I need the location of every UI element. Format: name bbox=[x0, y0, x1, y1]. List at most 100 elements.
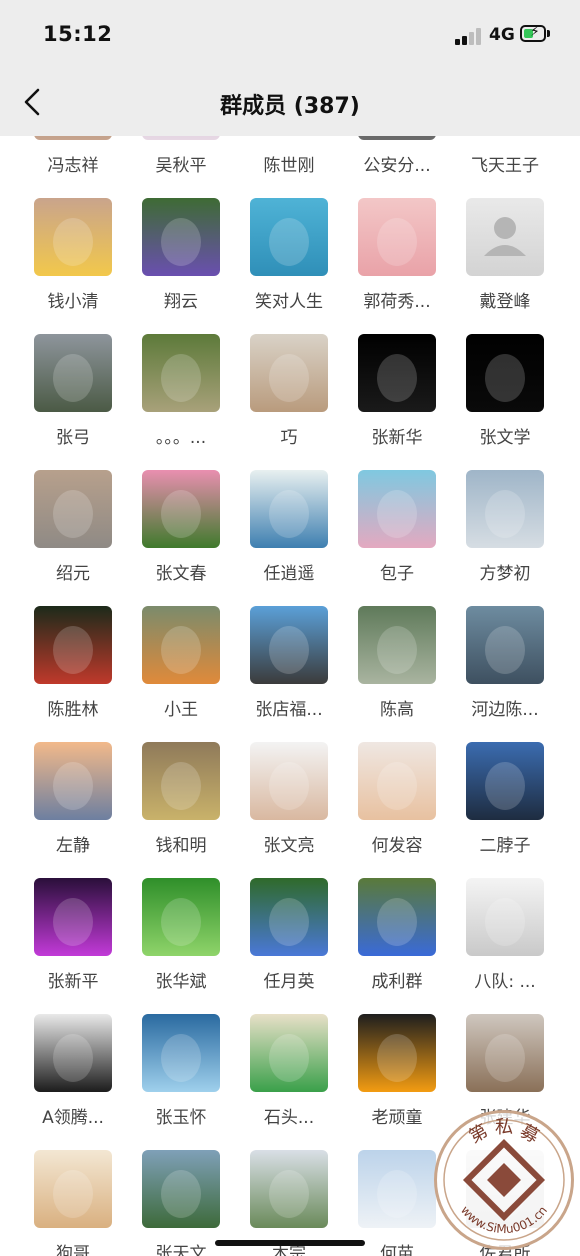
member-item[interactable]: 小王 bbox=[127, 606, 235, 742]
member-item[interactable]: 翔云 bbox=[127, 198, 235, 334]
member-avatar bbox=[466, 136, 544, 140]
member-item[interactable]: 任逍遥 bbox=[235, 470, 343, 606]
member-avatar bbox=[466, 470, 544, 548]
member-item[interactable]: 飞天王子 bbox=[451, 136, 559, 198]
member-item[interactable]: 戴登峰 bbox=[451, 198, 559, 334]
member-avatar bbox=[142, 334, 220, 412]
member-item[interactable]: 绍元 bbox=[19, 470, 127, 606]
member-name: 包子 bbox=[380, 564, 414, 584]
member-item[interactable]: 吴秋平 bbox=[127, 136, 235, 198]
avatar-photo bbox=[466, 136, 544, 140]
status-bar: 15:12 4G ⚡ bbox=[0, 0, 580, 68]
member-item[interactable]: 张新华 bbox=[343, 334, 451, 470]
member-avatar bbox=[250, 334, 328, 412]
member-avatar bbox=[250, 1014, 328, 1092]
member-name: 张店福... bbox=[255, 700, 323, 720]
avatar-photo bbox=[34, 878, 112, 956]
member-item[interactable]: 方梦初 bbox=[451, 470, 559, 606]
member-avatar bbox=[358, 198, 436, 276]
avatar-photo bbox=[250, 470, 328, 548]
member-avatar bbox=[142, 878, 220, 956]
avatar-photo bbox=[142, 878, 220, 956]
member-item[interactable]: 张文春 bbox=[127, 470, 235, 606]
member-item[interactable]: 包子 bbox=[343, 470, 451, 606]
member-item[interactable]: 张新平 bbox=[19, 878, 127, 1014]
member-item[interactable]: 陈高 bbox=[343, 606, 451, 742]
member-name: 成利群 bbox=[371, 972, 423, 992]
member-name: 张新华 bbox=[371, 428, 423, 448]
member-item[interactable]: 钱小清 bbox=[19, 198, 127, 334]
member-avatar bbox=[142, 470, 220, 548]
avatar-photo bbox=[34, 470, 112, 548]
member-name: 吴秋平 bbox=[155, 156, 207, 176]
member-item[interactable]: 。。。... bbox=[127, 334, 235, 470]
member-item[interactable]: 张弓 bbox=[19, 334, 127, 470]
avatar-photo bbox=[142, 1014, 220, 1092]
member-item[interactable]: 张华斌 bbox=[127, 878, 235, 1014]
member-item[interactable]: 何发容 bbox=[343, 742, 451, 878]
member-item[interactable]: 巧 bbox=[235, 334, 343, 470]
avatar-photo bbox=[250, 198, 328, 276]
signal-strength-icon bbox=[455, 27, 483, 45]
member-name: 飞天王子 bbox=[471, 156, 539, 176]
member-item[interactable]: 陈胜林 bbox=[19, 606, 127, 742]
avatar-photo bbox=[358, 1014, 436, 1092]
member-item[interactable]: 八队: ... bbox=[451, 878, 559, 1014]
member-item[interactable]: 笑对人生 bbox=[235, 198, 343, 334]
member-item[interactable]: 钱和明 bbox=[127, 742, 235, 878]
member-name: 。。。... bbox=[155, 428, 207, 448]
member-item[interactable]: 张文学 bbox=[451, 334, 559, 470]
nav-bar: 群成员 (387) bbox=[0, 68, 580, 136]
member-item[interactable]: 成利群 bbox=[343, 878, 451, 1014]
member-avatar bbox=[34, 1014, 112, 1092]
member-name: 张文学 bbox=[479, 428, 531, 448]
member-item[interactable]: 陈世刚 bbox=[235, 136, 343, 198]
member-item[interactable]: 左静 bbox=[19, 742, 127, 878]
avatar-photo bbox=[358, 606, 436, 684]
member-name: 方梦初 bbox=[479, 564, 531, 584]
member-name: 陈高 bbox=[380, 700, 414, 720]
member-name: 张华斌 bbox=[155, 972, 207, 992]
member-item[interactable]: 任月英 bbox=[235, 878, 343, 1014]
member-avatar bbox=[250, 606, 328, 684]
avatar-photo bbox=[358, 878, 436, 956]
member-avatar bbox=[466, 606, 544, 684]
member-avatar bbox=[250, 198, 328, 276]
avatar-photo bbox=[250, 878, 328, 956]
member-item[interactable]: A领腾... bbox=[19, 1014, 127, 1150]
avatar-photo bbox=[358, 470, 436, 548]
member-item[interactable]: 郭荷秀... bbox=[343, 198, 451, 334]
avatar-photo bbox=[250, 1150, 328, 1228]
member-avatar bbox=[358, 334, 436, 412]
member-item[interactable]: 二脖子 bbox=[451, 742, 559, 878]
member-avatar bbox=[250, 136, 328, 140]
member-name: 张文春 bbox=[155, 564, 207, 584]
member-item[interactable]: 狗哥 bbox=[19, 1150, 127, 1256]
avatar-photo bbox=[358, 334, 436, 412]
member-name: 张弓 bbox=[56, 428, 90, 448]
member-item[interactable]: 公安分... bbox=[343, 136, 451, 198]
avatar-photo bbox=[34, 1014, 112, 1092]
member-item[interactable]: 张店福... bbox=[235, 606, 343, 742]
member-item[interactable]: 河边陈... bbox=[451, 606, 559, 742]
avatar-photo bbox=[34, 334, 112, 412]
member-item[interactable]: 老顽童 bbox=[343, 1014, 451, 1150]
member-avatar bbox=[34, 136, 112, 140]
home-indicator bbox=[215, 1240, 365, 1246]
member-item[interactable]: 石头... bbox=[235, 1014, 343, 1150]
member-item[interactable]: 张文亮 bbox=[235, 742, 343, 878]
avatar-photo bbox=[250, 334, 328, 412]
member-item[interactable]: 冯志祥 bbox=[19, 136, 127, 198]
member-item[interactable]: 张玉怀 bbox=[127, 1014, 235, 1150]
member-name: 巧 bbox=[280, 428, 298, 448]
member-avatar bbox=[250, 742, 328, 820]
avatar-photo bbox=[466, 742, 544, 820]
member-avatar bbox=[358, 878, 436, 956]
member-list[interactable]: 冯志祥 吴秋平 陈世刚 公安分... 飞天王子钱小清 翔云 笑对人生 郭荷秀... 戴登峰张弓 。… bbox=[0, 136, 580, 1256]
member-avatar bbox=[250, 1150, 328, 1228]
member-avatar bbox=[34, 198, 112, 276]
member-name: 任月英 bbox=[263, 972, 315, 992]
member-avatar bbox=[358, 1014, 436, 1092]
member-avatar bbox=[466, 334, 544, 412]
member-avatar bbox=[358, 1150, 436, 1228]
